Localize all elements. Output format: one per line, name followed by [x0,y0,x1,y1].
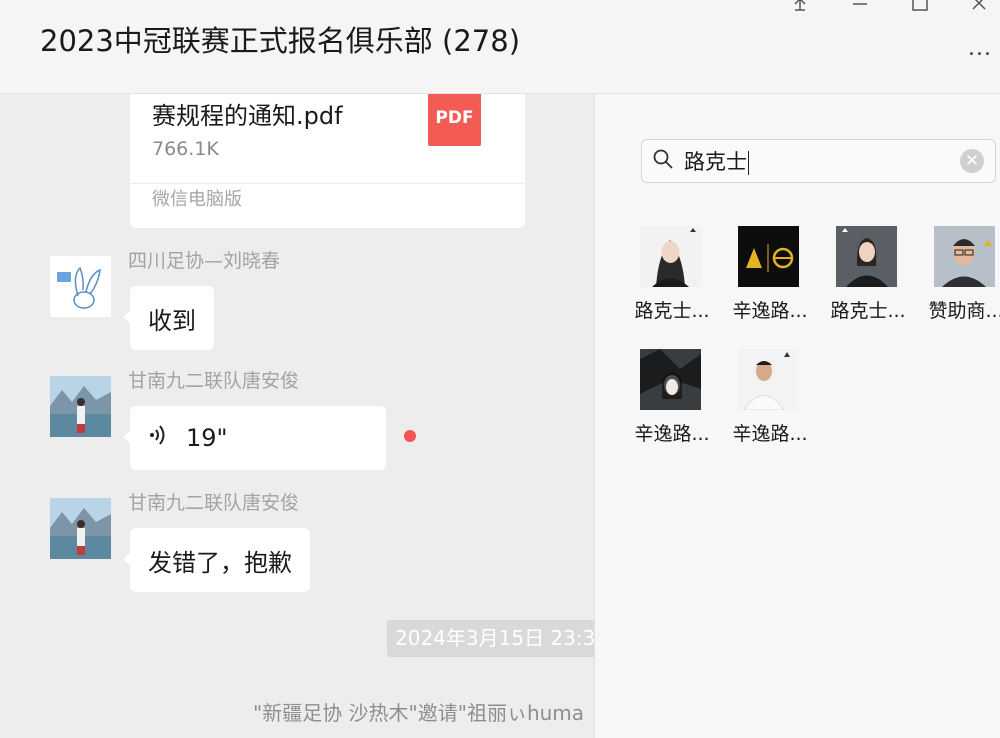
pin-icon[interactable] [790,0,810,21]
member-name: 辛逸路... [634,423,710,445]
sender-name: 甘南九二联队唐安俊 [128,492,300,514]
chat-title: 2023中冠联赛正式报名俱乐部 (278) [40,24,521,58]
title-bar: 2023中冠联赛正式报名俱乐部 (278) ... [0,0,1000,94]
avatar-rabbit[interactable] [50,256,111,317]
sender-name: 四川足协—刘晓春 [128,250,281,272]
file-message[interactable]: 赛规程的通知.pdf 766.1K PDF 微信电脑版 [130,94,525,228]
member-result[interactable]: 辛逸路... [722,226,820,346]
member-result[interactable]: 赞助商... [918,226,1000,346]
close-icon[interactable] [970,0,990,21]
file-name: 赛规程的通知.pdf [152,102,343,130]
avatar-woman-portrait [640,226,701,287]
clear-search-icon[interactable]: ✕ [960,149,984,173]
avatar-mountain-lake[interactable] [50,498,111,559]
member-result[interactable]: 辛逸路... [722,349,820,469]
maximize-icon[interactable] [910,0,930,21]
avatar-woman-suit [836,226,897,287]
chat-area: 赛规程的通知.pdf 766.1K PDF 微信电脑版 四川足协—刘晓春 收到 [0,94,594,738]
member-search-box[interactable]: 路克士 ✕ [641,139,996,183]
message-timestamp: 2024年3月15日 23:3 [387,620,594,657]
avatar-man-white-shirt [738,349,799,410]
message-bubble[interactable]: 收到 [123,286,214,350]
member-name: 辛逸路... [732,423,808,445]
message-bubble[interactable]: 发错了，抱歉 [123,528,310,592]
pdf-icon: PDF [428,94,481,146]
voice-icon [148,424,168,452]
file-source: 微信电脑版 [152,189,242,210]
avatar-mountain-lake[interactable] [50,376,111,437]
member-name: 路克士... [830,300,906,322]
search-input[interactable]: 路克士 [684,146,749,176]
member-result[interactable]: 辛逸路... [624,349,722,469]
unread-indicator [404,430,416,442]
member-panel: 路克士 ✕ 路克士... 辛逸路... 路克士... 赞助商... 辛逸路...… [594,94,1000,738]
voice-duration: 19" [186,424,228,452]
minimize-icon[interactable] [850,0,870,19]
member-result[interactable]: 路克士... [624,226,722,346]
avatar-man-glasses [934,226,995,287]
sender-name: 甘南九二联队唐安俊 [128,370,300,392]
file-size: 766.1K [152,138,219,160]
system-message: "新疆足协 沙热木"邀请"祖丽ぃhuma [253,701,585,725]
member-name: 路克士... [634,300,710,322]
voice-message-bubble[interactable]: 19" [123,406,386,470]
member-name: 赞助商... [928,300,1000,322]
file-divider [130,183,525,184]
member-result[interactable]: 路克士... [820,226,918,346]
search-icon [652,148,674,174]
avatar-looks-logo [738,226,799,287]
more-options-button[interactable]: ... [968,36,992,61]
avatar-wolf-girl [640,349,701,410]
member-name: 辛逸路... [732,300,808,322]
